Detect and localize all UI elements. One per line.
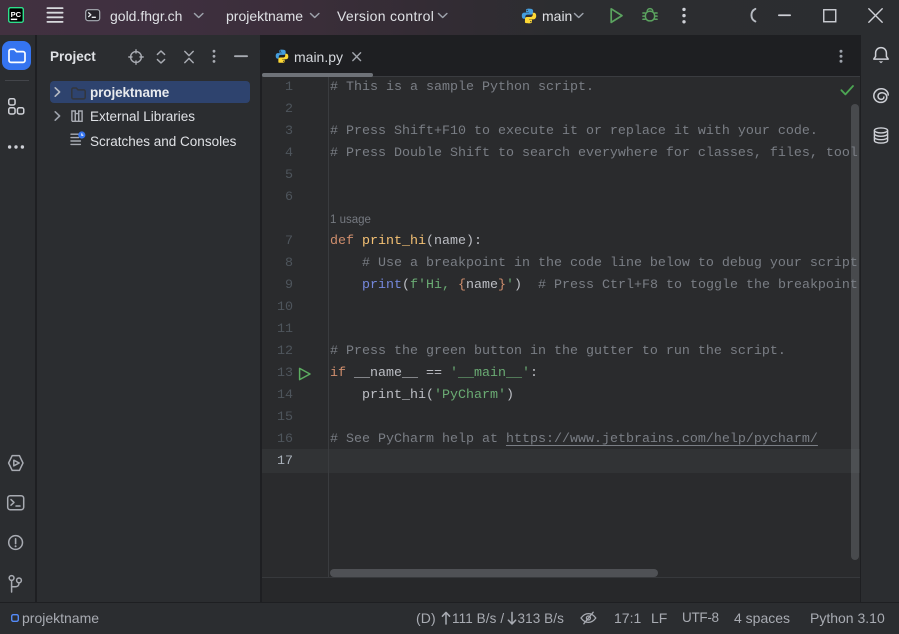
svg-text:PC: PC: [11, 10, 22, 19]
